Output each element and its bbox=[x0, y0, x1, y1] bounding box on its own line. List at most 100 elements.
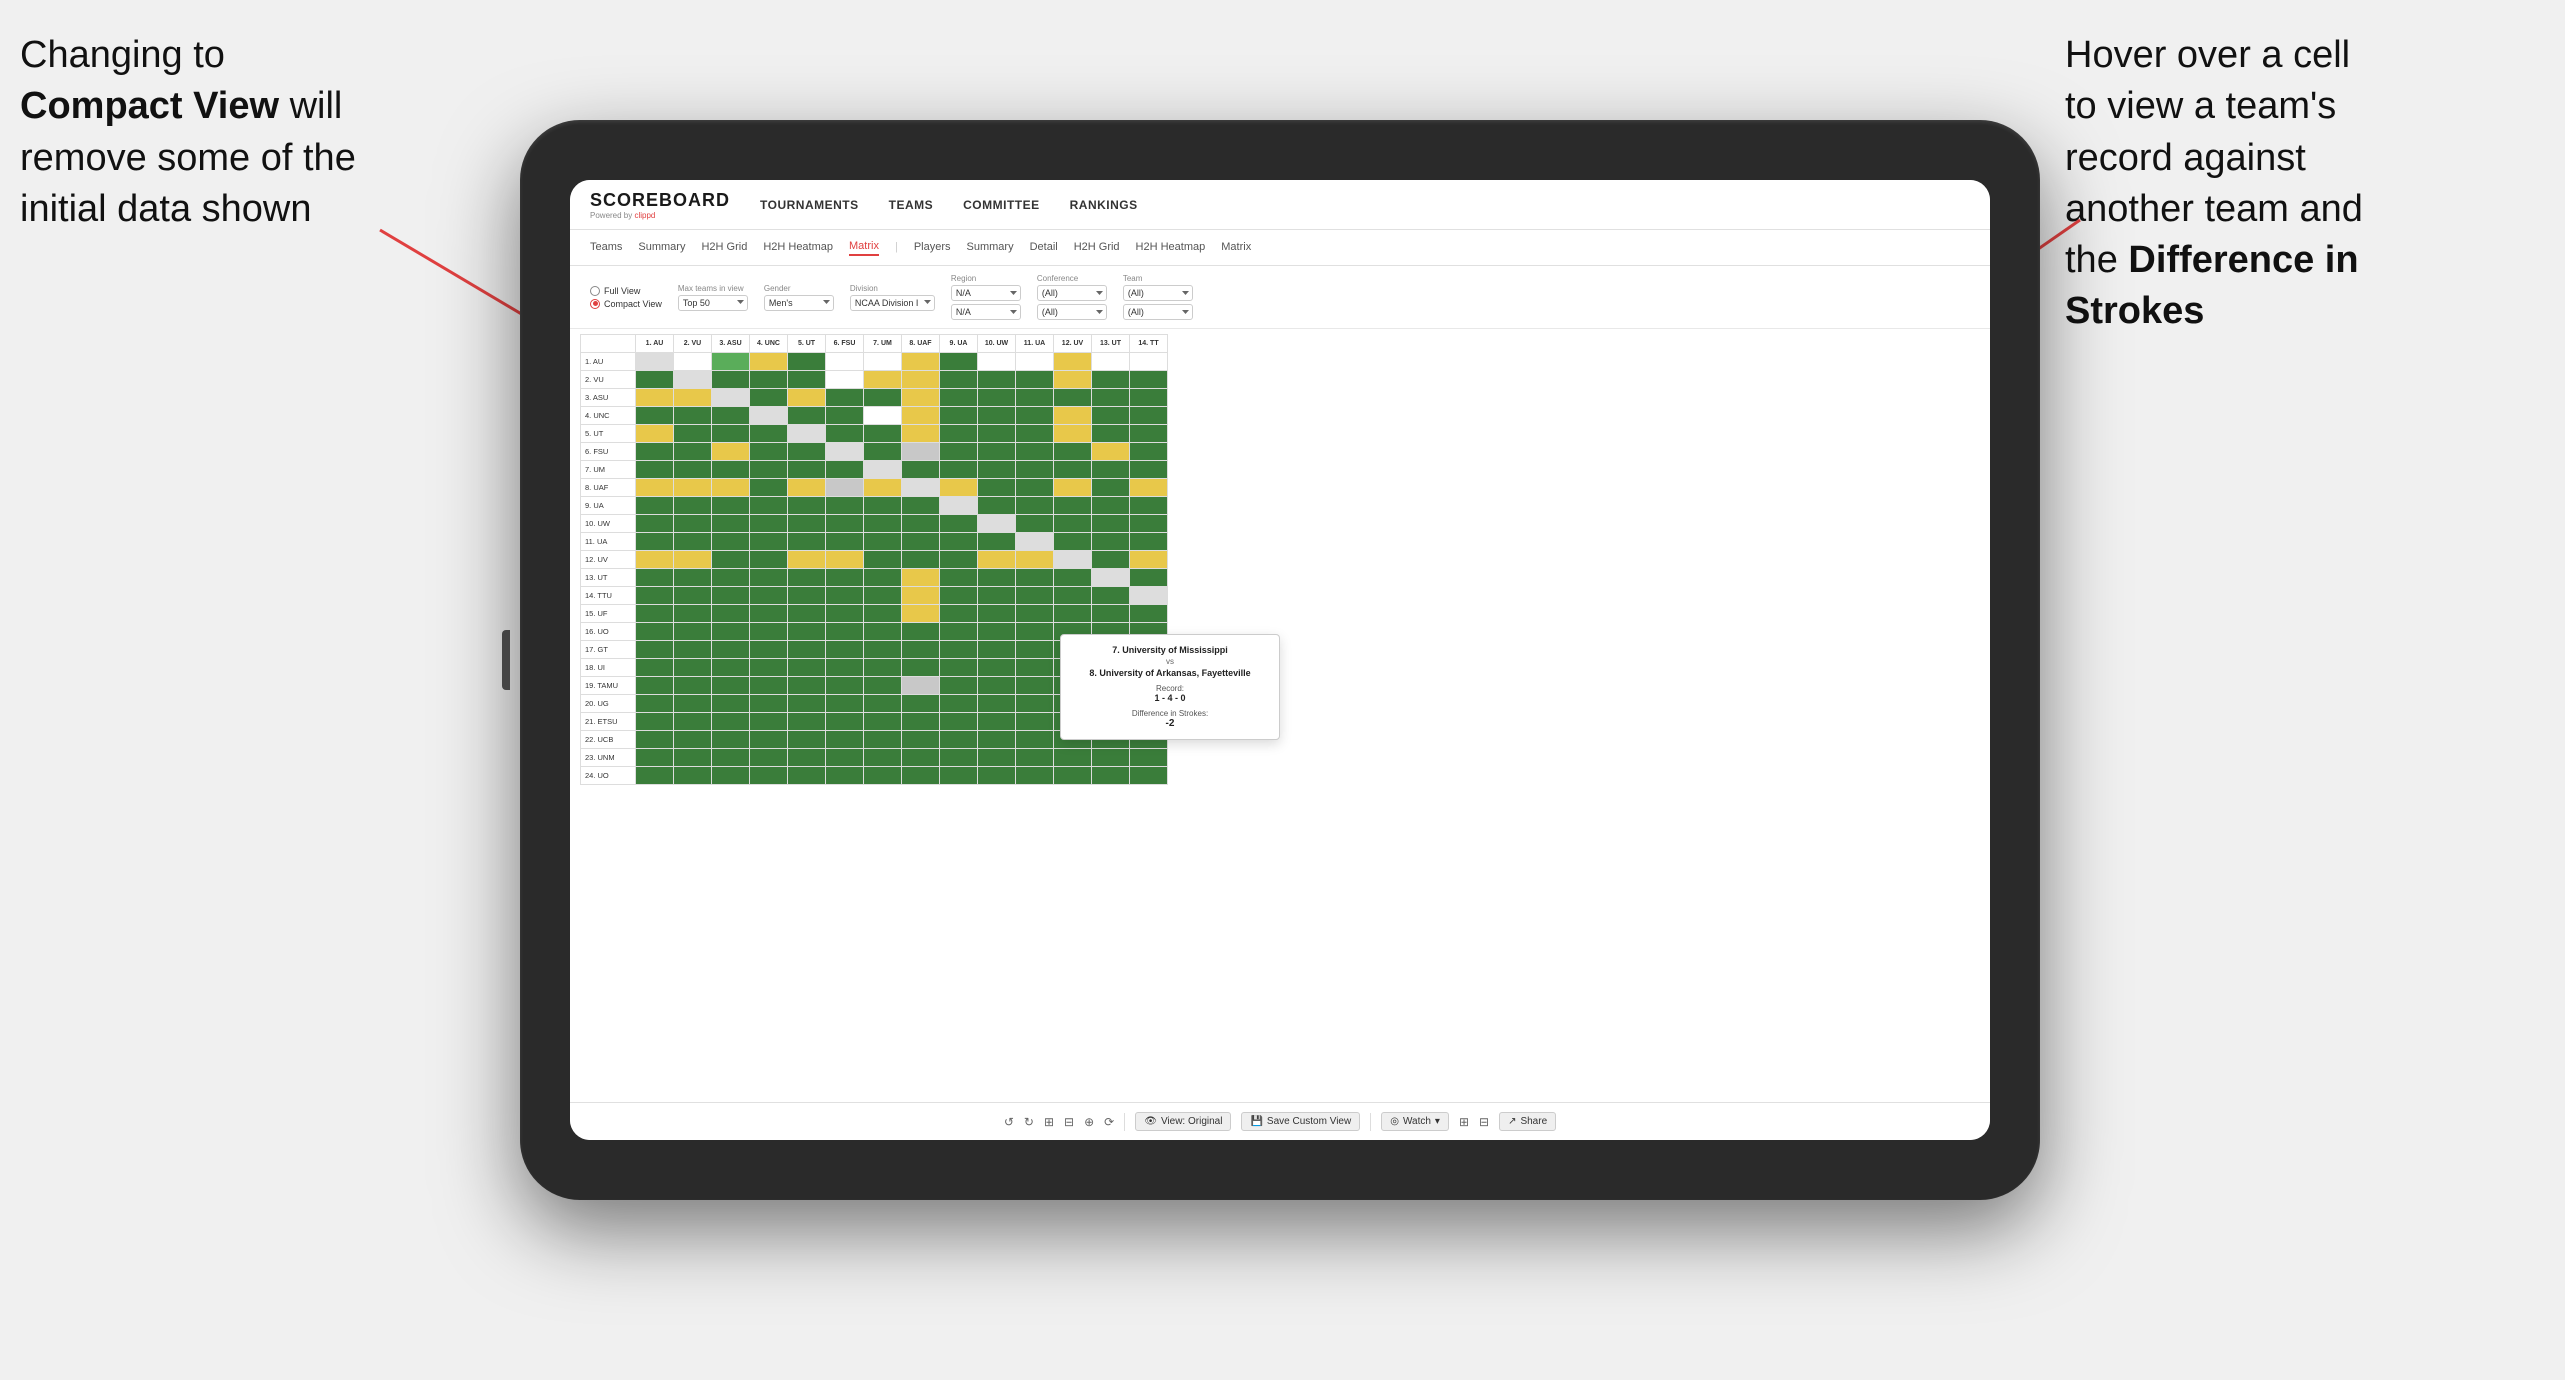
matrix-cell[interactable] bbox=[826, 623, 864, 641]
matrix-cell[interactable] bbox=[1130, 767, 1168, 785]
matrix-cell[interactable] bbox=[864, 659, 902, 677]
matrix-cell[interactable] bbox=[1016, 425, 1054, 443]
matrix-cell[interactable] bbox=[636, 533, 674, 551]
matrix-cell[interactable] bbox=[1130, 443, 1168, 461]
matrix-cell[interactable] bbox=[902, 407, 940, 425]
matrix-cell[interactable] bbox=[712, 515, 750, 533]
matrix-cell[interactable] bbox=[1054, 407, 1092, 425]
matrix-cell[interactable] bbox=[826, 533, 864, 551]
matrix-cell[interactable] bbox=[978, 425, 1016, 443]
matrix-cell[interactable] bbox=[750, 515, 788, 533]
matrix-cell[interactable] bbox=[674, 551, 712, 569]
subnav-players-h2h-heatmap[interactable]: H2H Heatmap bbox=[1136, 241, 1206, 255]
compact-view-radio[interactable] bbox=[590, 299, 600, 309]
matrix-cell[interactable] bbox=[636, 497, 674, 515]
matrix-cell[interactable] bbox=[1054, 767, 1092, 785]
matrix-cell[interactable] bbox=[1016, 659, 1054, 677]
undo-icon[interactable]: ↺ bbox=[1004, 1115, 1014, 1129]
matrix-cell[interactable] bbox=[940, 569, 978, 587]
matrix-cell[interactable] bbox=[826, 497, 864, 515]
matrix-cell[interactable] bbox=[674, 479, 712, 497]
matrix-cell[interactable] bbox=[826, 713, 864, 731]
matrix-cell[interactable] bbox=[978, 623, 1016, 641]
refresh-icon[interactable]: ⟳ bbox=[1104, 1115, 1114, 1129]
matrix-cell[interactable] bbox=[940, 641, 978, 659]
matrix-cell[interactable] bbox=[788, 551, 826, 569]
matrix-cell[interactable] bbox=[1092, 569, 1130, 587]
matrix-cell[interactable] bbox=[1016, 767, 1054, 785]
matrix-cell[interactable] bbox=[902, 389, 940, 407]
matrix-cell[interactable] bbox=[978, 767, 1016, 785]
matrix-cell[interactable] bbox=[826, 371, 864, 389]
matrix-cell[interactable] bbox=[1016, 515, 1054, 533]
matrix-cell[interactable] bbox=[978, 533, 1016, 551]
matrix-cell[interactable] bbox=[1016, 695, 1054, 713]
matrix-cell[interactable] bbox=[826, 659, 864, 677]
subnav-detail[interactable]: Detail bbox=[1030, 241, 1058, 255]
matrix-cell[interactable] bbox=[712, 731, 750, 749]
compact-view-option[interactable]: Compact View bbox=[590, 299, 662, 309]
matrix-cell[interactable] bbox=[750, 767, 788, 785]
matrix-cell[interactable] bbox=[674, 353, 712, 371]
matrix-cell[interactable] bbox=[788, 479, 826, 497]
matrix-cell[interactable] bbox=[864, 731, 902, 749]
matrix-cell[interactable] bbox=[674, 641, 712, 659]
matrix-cell[interactable] bbox=[864, 443, 902, 461]
matrix-cell[interactable] bbox=[712, 713, 750, 731]
matrix-cell[interactable] bbox=[826, 389, 864, 407]
matrix-cell[interactable] bbox=[750, 461, 788, 479]
matrix-cell[interactable] bbox=[750, 551, 788, 569]
matrix-cell[interactable] bbox=[712, 587, 750, 605]
matrix-cell[interactable] bbox=[902, 677, 940, 695]
matrix-cell[interactable] bbox=[636, 515, 674, 533]
matrix-cell[interactable] bbox=[674, 515, 712, 533]
matrix-cell[interactable] bbox=[826, 353, 864, 371]
matrix-cell[interactable] bbox=[1092, 749, 1130, 767]
matrix-cell[interactable] bbox=[636, 461, 674, 479]
matrix-cell[interactable] bbox=[864, 461, 902, 479]
matrix-cell[interactable] bbox=[750, 371, 788, 389]
matrix-cell[interactable] bbox=[1092, 533, 1130, 551]
matrix-cell[interactable] bbox=[1130, 749, 1168, 767]
matrix-cell[interactable] bbox=[788, 497, 826, 515]
matrix-cell[interactable] bbox=[1130, 533, 1168, 551]
matrix-cell[interactable] bbox=[864, 515, 902, 533]
matrix-cell[interactable] bbox=[978, 551, 1016, 569]
matrix-cell[interactable] bbox=[1054, 353, 1092, 371]
matrix-cell[interactable] bbox=[712, 533, 750, 551]
matrix-cell[interactable] bbox=[902, 767, 940, 785]
nav-teams[interactable]: TEAMS bbox=[889, 198, 934, 212]
matrix-cell[interactable] bbox=[940, 677, 978, 695]
matrix-cell[interactable] bbox=[788, 605, 826, 623]
filter-team-select[interactable]: (All) bbox=[1123, 285, 1193, 301]
matrix-cell[interactable] bbox=[750, 641, 788, 659]
matrix-cell[interactable] bbox=[788, 641, 826, 659]
matrix-cell[interactable] bbox=[712, 641, 750, 659]
matrix-cell[interactable] bbox=[1092, 479, 1130, 497]
matrix-cell[interactable] bbox=[750, 389, 788, 407]
matrix-cell[interactable] bbox=[788, 731, 826, 749]
subnav-players[interactable]: Players bbox=[914, 241, 951, 255]
matrix-cell[interactable] bbox=[940, 461, 978, 479]
matrix-cell[interactable] bbox=[1092, 407, 1130, 425]
matrix-cell[interactable] bbox=[636, 767, 674, 785]
matrix-cell[interactable] bbox=[1130, 569, 1168, 587]
matrix-cell[interactable] bbox=[1092, 605, 1130, 623]
matrix-cell[interactable] bbox=[674, 731, 712, 749]
matrix-cell[interactable] bbox=[940, 533, 978, 551]
matrix-cell[interactable] bbox=[864, 389, 902, 407]
matrix-cell[interactable] bbox=[902, 515, 940, 533]
matrix-cell[interactable] bbox=[674, 605, 712, 623]
matrix-cell[interactable] bbox=[750, 623, 788, 641]
matrix-cell[interactable] bbox=[750, 749, 788, 767]
matrix-cell[interactable] bbox=[636, 659, 674, 677]
matrix-cell[interactable] bbox=[674, 443, 712, 461]
matrix-cell[interactable] bbox=[1016, 713, 1054, 731]
matrix-cell[interactable] bbox=[1130, 587, 1168, 605]
subnav-players-summary[interactable]: Summary bbox=[967, 241, 1014, 255]
matrix-cell[interactable] bbox=[902, 551, 940, 569]
matrix-cell[interactable] bbox=[674, 623, 712, 641]
matrix-cell[interactable] bbox=[864, 479, 902, 497]
matrix-cell[interactable] bbox=[674, 461, 712, 479]
matrix-cell[interactable] bbox=[1016, 551, 1054, 569]
